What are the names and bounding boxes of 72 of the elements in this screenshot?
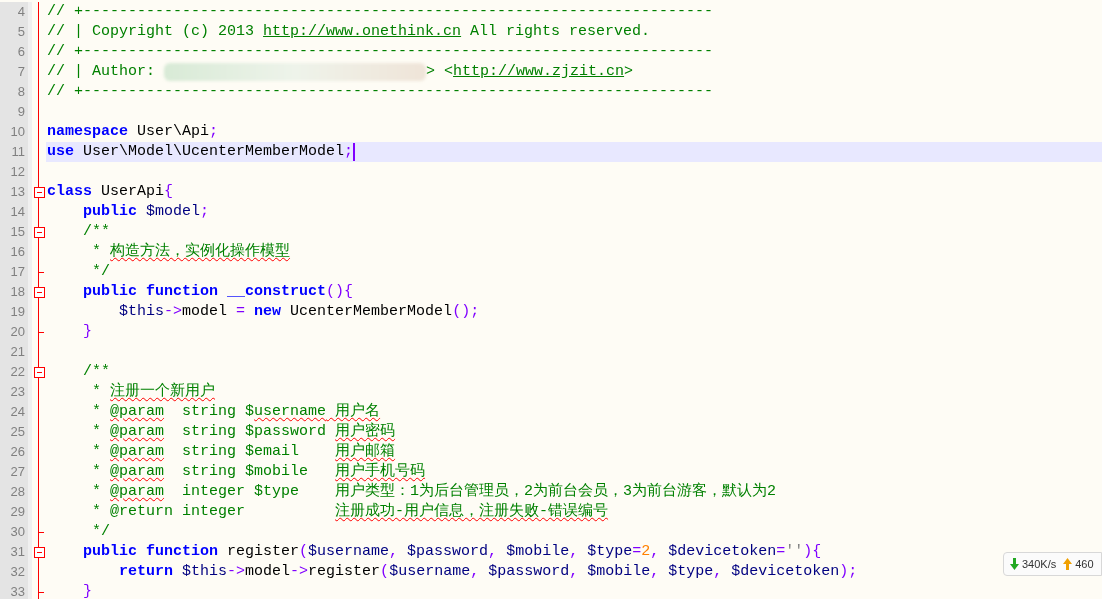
line-number: 33 [0,582,28,599]
line-number: 4 [0,2,28,22]
code-line: public $model; [82,202,210,222]
fold-minus-icon[interactable] [33,546,45,558]
line-number: 30 [0,522,28,542]
line-number: 32 [0,562,28,582]
line-number: 10 [0,122,28,142]
code-line: namespace User\Api; [47,122,219,142]
code-text: All rights reserved. [469,22,651,42]
code-line: use User\Model\UcenterMemberModel; [47,142,354,162]
line-number: 13 [0,182,28,202]
code-line: * @param string $username 用户名 [91,402,381,422]
code-line: */ [91,262,110,282]
line-number: 23 [0,382,28,402]
line-number: 18 [0,282,28,302]
line-number: 31 [0,542,28,562]
line-number: 25 [0,422,28,442]
code-line: // +---------------------------------------------------------------------- [47,2,714,22]
code-link[interactable]: http://www.onethink.cn [263,22,462,42]
code-line: // +---------------------------------------------------------------------- [47,42,714,62]
code-line: public function __construct(){ [82,282,354,302]
code-line: /** [82,362,110,382]
code-line: // +---------------------------------------------------------------------- [47,82,714,102]
download-speed: 340K/s [1022,557,1057,572]
code-text: > < [426,62,454,82]
code-line: * @param integer $type 用户类型：1为后台管理员，2为前台会员，3为前台游客，默认为2 [91,482,777,502]
code-line: return $this->model->register($username, $password, $mobile, $type, $devicetoken); [118,562,858,582]
code-link[interactable]: http://www.zjzit.cn [453,62,625,82]
line-number: 16 [0,242,28,262]
line-number: 6 [0,42,28,62]
code-line: * @param string $mobile 用户手机号码 [91,462,426,482]
line-number: 19 [0,302,28,322]
code-line: $this->model = new UcenterMemberModel(); [118,302,480,322]
code-line: * @param string $email 用户邮箱 [91,442,396,462]
code-line: } [82,322,92,342]
code-line: */ [91,522,110,542]
code-line: * 构造方法，实例化操作模型 [91,242,290,262]
line-number: 24 [0,402,28,422]
code-line: * 注册一个新用户 [91,382,215,402]
upload-speed: 460 [1075,557,1094,572]
upload-arrow-icon [1063,558,1073,570]
text-caret [353,143,356,161]
line-number: 17 [0,262,28,282]
code-line: } [82,582,92,599]
code-line: * @param string $password 用户密码 [91,422,396,442]
code-text: // | Author: [47,62,157,82]
line-number: 8 [0,82,28,102]
line-number: 27 [0,462,28,482]
line-number: 12 [0,162,28,182]
line-number: 14 [0,202,28,222]
code-text: > [624,62,634,82]
download-arrow-icon [1010,558,1019,570]
fold-minus-icon[interactable] [33,286,45,298]
line-number: 9 [0,102,28,122]
fold-minus-icon[interactable] [33,366,45,378]
line-number: 20 [0,322,28,342]
line-number: 28 [0,482,28,502]
code-line: * @return integer 注册成功-用户信息，注册失败-错误编号 [91,502,609,522]
code-line: /** [82,222,110,242]
fold-minus-icon[interactable] [33,186,45,198]
line-number: 11 [0,142,28,162]
code-text: // | Copyright (c) 2013 [47,22,256,42]
line-number: 7 [0,62,28,82]
line-number: 22 [0,362,28,382]
code-line: class UserApi{ [47,182,174,202]
line-number: 21 [0,342,28,362]
code-line: public function register($username, $password, $mobile, $type=2, $devicetoken=''){ [82,542,822,562]
line-number: 26 [0,442,28,462]
line-number: 15 [0,222,28,242]
fold-minus-icon[interactable] [33,226,45,238]
line-number: 29 [0,502,28,522]
line-number: 5 [0,22,28,42]
